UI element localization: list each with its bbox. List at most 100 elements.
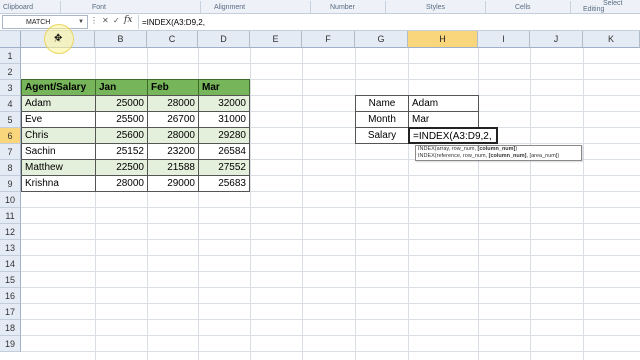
move-cursor-icon: ✥ [54, 33, 63, 44]
name-box[interactable]: MATCH ▼ [2, 15, 88, 29]
name-box-value: MATCH [26, 19, 51, 26]
formula-input[interactable]: =INDEX(A3:D9,2, [138, 15, 638, 29]
table-cell[interactable]: Adam [21, 95, 96, 112]
row-header-7[interactable]: 7 [0, 144, 21, 160]
table-cell[interactable]: 26700 [147, 111, 199, 128]
row-header-10[interactable]: 10 [0, 192, 21, 208]
gridline [21, 287, 640, 288]
table-cell[interactable]: 23200 [147, 143, 199, 160]
column-header-e[interactable]: E [250, 31, 302, 48]
table-cell[interactable]: 25000 [95, 95, 148, 112]
gridline [21, 271, 640, 272]
ribbon-select-button[interactable]: Select [603, 0, 622, 7]
column-header-j[interactable]: J [530, 31, 583, 48]
function-argument-tooltip: INDEX(array, row_num, [column_num]) INDE… [415, 145, 582, 161]
table-cell[interactable]: 27552 [198, 159, 250, 176]
table-cell[interactable]: Sachin [21, 143, 96, 160]
ribbon-group-number[interactable]: Number [330, 4, 355, 11]
table-header-agent[interactable]: Agent/Salary [21, 79, 96, 96]
table-cell[interactable]: Eve [21, 111, 96, 128]
table-cell[interactable]: 22500 [95, 159, 148, 176]
ribbon-group-cells[interactable]: Cells [515, 4, 531, 11]
cancel-icon[interactable]: ✕ [102, 16, 109, 25]
table-cell[interactable]: 32000 [198, 95, 250, 112]
table-cell[interactable]: 28000 [147, 95, 199, 112]
row-header-14[interactable]: 14 [0, 256, 21, 272]
row-header-5[interactable]: 5 [0, 112, 21, 128]
select-all-corner[interactable] [0, 31, 21, 48]
gridline [21, 239, 640, 240]
table-header-jan[interactable]: Jan [95, 79, 148, 96]
tooltip-syntax-array[interactable]: INDEX(array, row_num, [column_num]) [418, 146, 579, 153]
ribbon-group-alignment[interactable]: Alignment [214, 4, 245, 11]
lookup-label-month[interactable]: Month [355, 111, 409, 128]
active-cell-editor[interactable]: =INDEX(A3:D9,2, [408, 127, 498, 144]
row-header-15[interactable]: 15 [0, 272, 21, 288]
formula-bar: MATCH ▼ ⋮ ✕ ✓ fx =INDEX(A3:D9,2, [0, 14, 640, 31]
expand-handle-icon[interactable]: ⋮ [90, 16, 98, 25]
row-header-11[interactable]: 11 [0, 208, 21, 224]
row-header-8[interactable]: 8 [0, 160, 21, 176]
ribbon-separator [310, 1, 311, 13]
table-cell[interactable]: 29280 [198, 127, 250, 144]
row-header-13[interactable]: 13 [0, 240, 21, 256]
column-header-f[interactable]: F [302, 31, 355, 48]
gridline [21, 303, 640, 304]
ribbon-group-editing[interactable]: Editing [583, 6, 604, 13]
gridline [21, 207, 640, 208]
ribbon-separator [485, 1, 486, 13]
ribbon-separator [385, 1, 386, 13]
lookup-label-name[interactable]: Name [355, 95, 409, 112]
table-cell[interactable]: Matthew [21, 159, 96, 176]
row-header-6[interactable]: 6 [0, 128, 21, 144]
row-header-2[interactable]: 2 [0, 64, 21, 80]
table-cell[interactable]: Krishna [21, 175, 96, 192]
table-cell[interactable]: Chris [21, 127, 96, 144]
gridline [21, 255, 640, 256]
table-cell[interactable]: 29000 [147, 175, 199, 192]
ribbon-separator [570, 1, 571, 13]
column-header-d[interactable]: D [198, 31, 250, 48]
row-header-3[interactable]: 3 [0, 80, 21, 96]
row-header-4[interactable]: 4 [0, 96, 21, 112]
table-cell[interactable]: 28000 [147, 127, 199, 144]
table-header-feb[interactable]: Feb [147, 79, 199, 96]
column-header-g[interactable]: G [355, 31, 408, 48]
gridline [21, 223, 640, 224]
column-header-i[interactable]: I [478, 31, 530, 48]
table-cell[interactable]: 26584 [198, 143, 250, 160]
enter-check-icon[interactable]: ✓ [113, 16, 120, 25]
insert-function-icon[interactable]: fx [124, 15, 132, 25]
row-header-12[interactable]: 12 [0, 224, 21, 240]
table-cell[interactable]: 21588 [147, 159, 199, 176]
row-header-9[interactable]: 9 [0, 176, 21, 192]
row-header-16[interactable]: 16 [0, 288, 21, 304]
ribbon-group-clipboard[interactable]: Clipboard [3, 4, 33, 11]
gridline [21, 63, 640, 64]
table-cell[interactable]: 25600 [95, 127, 148, 144]
table-cell[interactable]: 28000 [95, 175, 148, 192]
tooltip-syntax-reference[interactable]: INDEX(reference, row_num, [column_num], … [418, 153, 579, 160]
lookup-label-salary[interactable]: Salary [355, 127, 409, 144]
ribbon-group-styles[interactable]: Styles [426, 4, 445, 11]
table-header-mar[interactable]: Mar [198, 79, 250, 96]
column-header-h[interactable]: H [408, 31, 478, 48]
row-header-17[interactable]: 17 [0, 304, 21, 320]
table-cell[interactable]: 25152 [95, 143, 148, 160]
lookup-value-month[interactable]: Mar [408, 111, 479, 128]
column-header-k[interactable]: K [583, 31, 640, 48]
column-header-c[interactable]: C [147, 31, 198, 48]
table-cell[interactable]: 25500 [95, 111, 148, 128]
row-header-1[interactable]: 1 [0, 48, 21, 64]
row-header-19[interactable]: 19 [0, 336, 21, 352]
table-cell[interactable]: 31000 [198, 111, 250, 128]
table-cell[interactable]: 25683 [198, 175, 250, 192]
lookup-value-name[interactable]: Adam [408, 95, 479, 112]
gridline [21, 335, 640, 336]
ribbon-separator [60, 1, 61, 13]
chevron-down-icon[interactable]: ▼ [78, 19, 84, 25]
ribbon-separator [200, 1, 201, 13]
ribbon-group-font[interactable]: Font [92, 4, 106, 11]
column-header-b[interactable]: B [95, 31, 147, 48]
row-header-18[interactable]: 18 [0, 320, 21, 336]
